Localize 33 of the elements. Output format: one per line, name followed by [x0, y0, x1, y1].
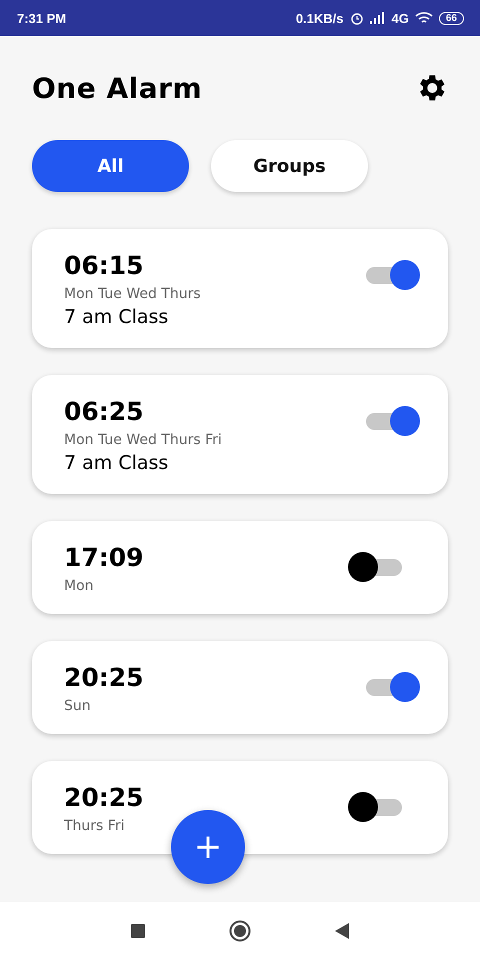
- toggle-switch[interactable]: [348, 791, 404, 823]
- home-icon[interactable]: [229, 920, 251, 942]
- toggle-switch[interactable]: [364, 259, 420, 291]
- wifi-icon: [414, 11, 433, 25]
- signal-icon: [370, 12, 386, 24]
- alarm-days: Mon: [64, 578, 144, 594]
- battery-indicator: 66: [438, 12, 464, 24]
- alarm-time: 17:09: [64, 543, 144, 572]
- app-title: One Alarm: [32, 72, 202, 104]
- toggle-switch[interactable]: [364, 405, 420, 437]
- filter-tab[interactable]: Groups: [211, 140, 368, 192]
- alarm-label: 7 am Class: [64, 306, 170, 328]
- alarm-card[interactable]: 20:25 Sun: [32, 641, 448, 734]
- filter-tab[interactable]: All: [32, 140, 189, 192]
- alarm-time: 06:15: [64, 251, 145, 280]
- alarm-time: 20:25: [64, 663, 144, 692]
- back-icon[interactable]: [335, 923, 349, 939]
- alarm-days: Mon Tue Wed Thurs Fri: [64, 432, 222, 448]
- alarm-time: 06:25: [64, 397, 145, 426]
- network-type: 4G: [392, 10, 409, 26]
- alarm-label: 7 am Class: [64, 452, 170, 474]
- alarm-card[interactable]: 06:25 Mon Tue Wed Thurs Fri 7 am Class: [32, 375, 448, 494]
- network-speed: 0.1KB/s: [296, 10, 344, 26]
- alarm-days: Thurs Fri: [64, 818, 144, 834]
- alarm-time: 20:25: [64, 783, 144, 812]
- toggle-switch[interactable]: [348, 551, 404, 583]
- status-time: 7:31 PM: [17, 10, 66, 26]
- toggle-switch[interactable]: [364, 671, 420, 703]
- alarm-card[interactable]: 06:15 Mon Tue Wed Thurs 7 am Class: [32, 229, 448, 348]
- alarm-days: Sun: [64, 698, 144, 714]
- alarm-days: Mon Tue Wed Thurs: [64, 286, 201, 302]
- alarm-card[interactable]: 17:09 Mon: [32, 521, 448, 614]
- alarm-clock-icon: [350, 11, 364, 25]
